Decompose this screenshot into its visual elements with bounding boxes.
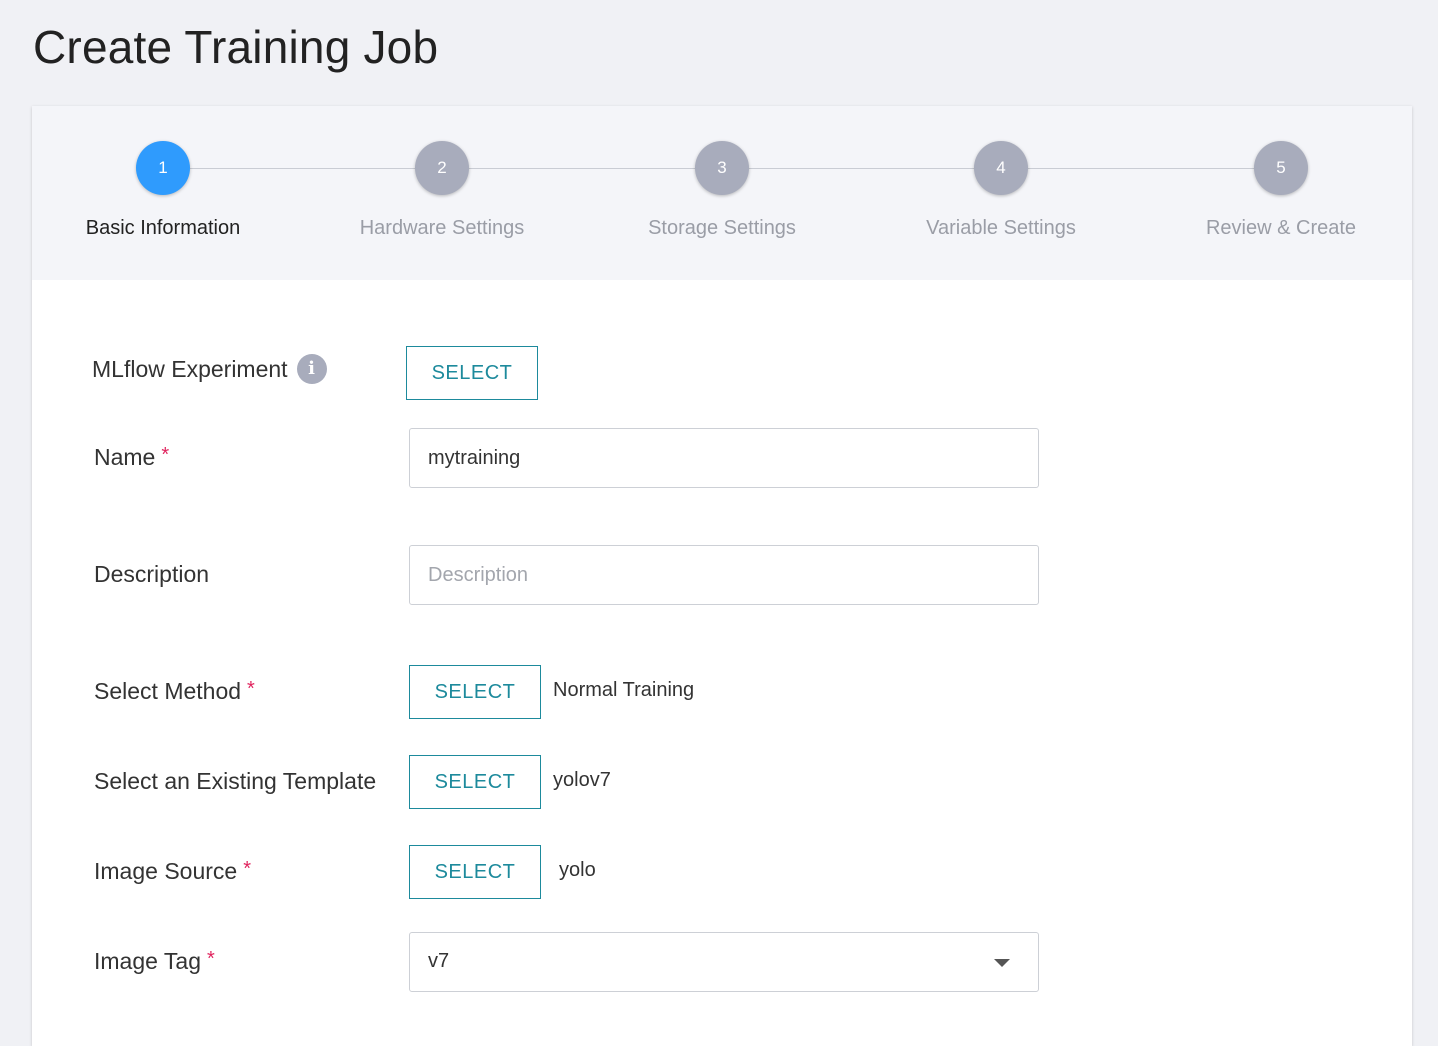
required-marker: *	[247, 678, 255, 700]
step-storage-settings[interactable]: 3 Storage Settings	[602, 141, 842, 240]
step-number: 3	[695, 141, 749, 195]
name-input[interactable]	[409, 428, 1039, 488]
description-input[interactable]	[409, 545, 1039, 605]
select-method-label: Select Method *	[94, 678, 255, 704]
template-select-button[interactable]: SELECT	[409, 755, 541, 809]
step-label: Hardware Settings	[359, 217, 525, 239]
image-source-label: Image Source *	[94, 858, 251, 884]
mlflow-experiment-label: MLflow Experiment i	[92, 354, 327, 384]
step-number: 1	[136, 141, 190, 195]
image-tag-label: Image Tag *	[94, 948, 215, 974]
template-label: Select an Existing Template	[94, 768, 377, 794]
required-marker: *	[206, 948, 215, 970]
method-value: Normal Training	[553, 679, 695, 701]
step-label: Basic Information	[85, 217, 241, 239]
image-tag-value: v7	[428, 950, 450, 972]
image-source-value: yolo	[559, 859, 596, 881]
name-label: Name *	[94, 444, 170, 470]
description-label: Description	[94, 561, 210, 587]
stepper: 1 Basic Information 2 Hardware Settings …	[32, 106, 1412, 280]
step-number: 2	[415, 141, 469, 195]
template-value: yolov7	[553, 769, 611, 791]
chevron-down-icon[interactable]	[994, 959, 1010, 967]
step-variable-settings[interactable]: 4 Variable Settings	[881, 141, 1121, 240]
step-number: 5	[1254, 141, 1308, 195]
step-basic-information[interactable]: 1 Basic Information	[43, 141, 283, 240]
required-marker: *	[161, 444, 170, 466]
step-number: 4	[974, 141, 1028, 195]
method-select-button[interactable]: SELECT	[409, 665, 541, 719]
required-marker: *	[243, 858, 251, 880]
page-title: Create Training Job	[33, 21, 439, 73]
form-card: 1 Basic Information 2 Hardware Settings …	[32, 106, 1412, 1046]
step-label: Review & Create	[1205, 217, 1357, 239]
image-source-select-button[interactable]: SELECT	[409, 845, 541, 899]
step-review-create[interactable]: 5 Review & Create	[1161, 141, 1401, 240]
info-icon[interactable]: i	[296, 354, 327, 384]
step-label: Variable Settings	[926, 217, 1076, 239]
step-label: Storage Settings	[648, 217, 796, 239]
image-tag-select[interactable]: v7	[409, 932, 1039, 992]
mlflow-select-button[interactable]: SELECT	[406, 346, 538, 400]
step-hardware-settings[interactable]: 2 Hardware Settings	[322, 141, 562, 240]
